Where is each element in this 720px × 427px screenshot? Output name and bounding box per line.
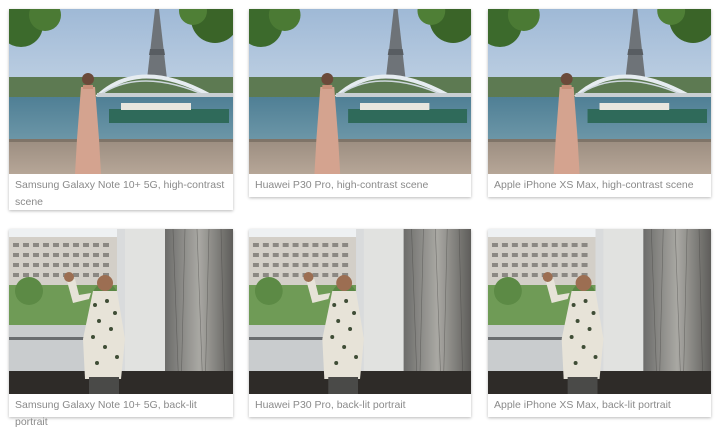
gallery-card-5: Huawei P30 Pro, back-lit portrait	[249, 229, 471, 417]
photo-caption: Apple iPhone XS Max, high-contrast scene	[494, 179, 694, 191]
photo-caption: Huawei P30 Pro, high-contrast scene	[255, 179, 429, 191]
gallery-card-4: Samsung Galaxy Note 10+ 5G, back-lit por…	[9, 229, 233, 427]
photo-thumbnail[interactable]	[9, 9, 233, 174]
photo-thumbnail[interactable]	[249, 229, 471, 394]
gallery-card-3: Apple iPhone XS Max, high-contrast scene	[488, 9, 711, 197]
photo-thumbnail[interactable]	[249, 9, 471, 174]
gallery-card-2: Huawei P30 Pro, high-contrast scene	[249, 9, 471, 197]
photo-caption: Samsung Galaxy Note 10+ 5G, high-contras…	[15, 179, 225, 208]
photo-caption: Samsung Galaxy Note 10+ 5G, back-lit por…	[15, 399, 197, 427]
photo-caption: Apple iPhone XS Max, back-lit portrait	[494, 399, 671, 411]
gallery-card-6: Apple iPhone XS Max, back-lit portrait	[488, 229, 711, 417]
photo-caption: Huawei P30 Pro, back-lit portrait	[255, 399, 406, 411]
gallery-card-1: Samsung Galaxy Note 10+ 5G, high-contras…	[9, 9, 233, 210]
photo-thumbnail[interactable]	[488, 229, 711, 394]
photo-thumbnail[interactable]	[488, 9, 711, 174]
photo-thumbnail[interactable]	[9, 229, 233, 394]
